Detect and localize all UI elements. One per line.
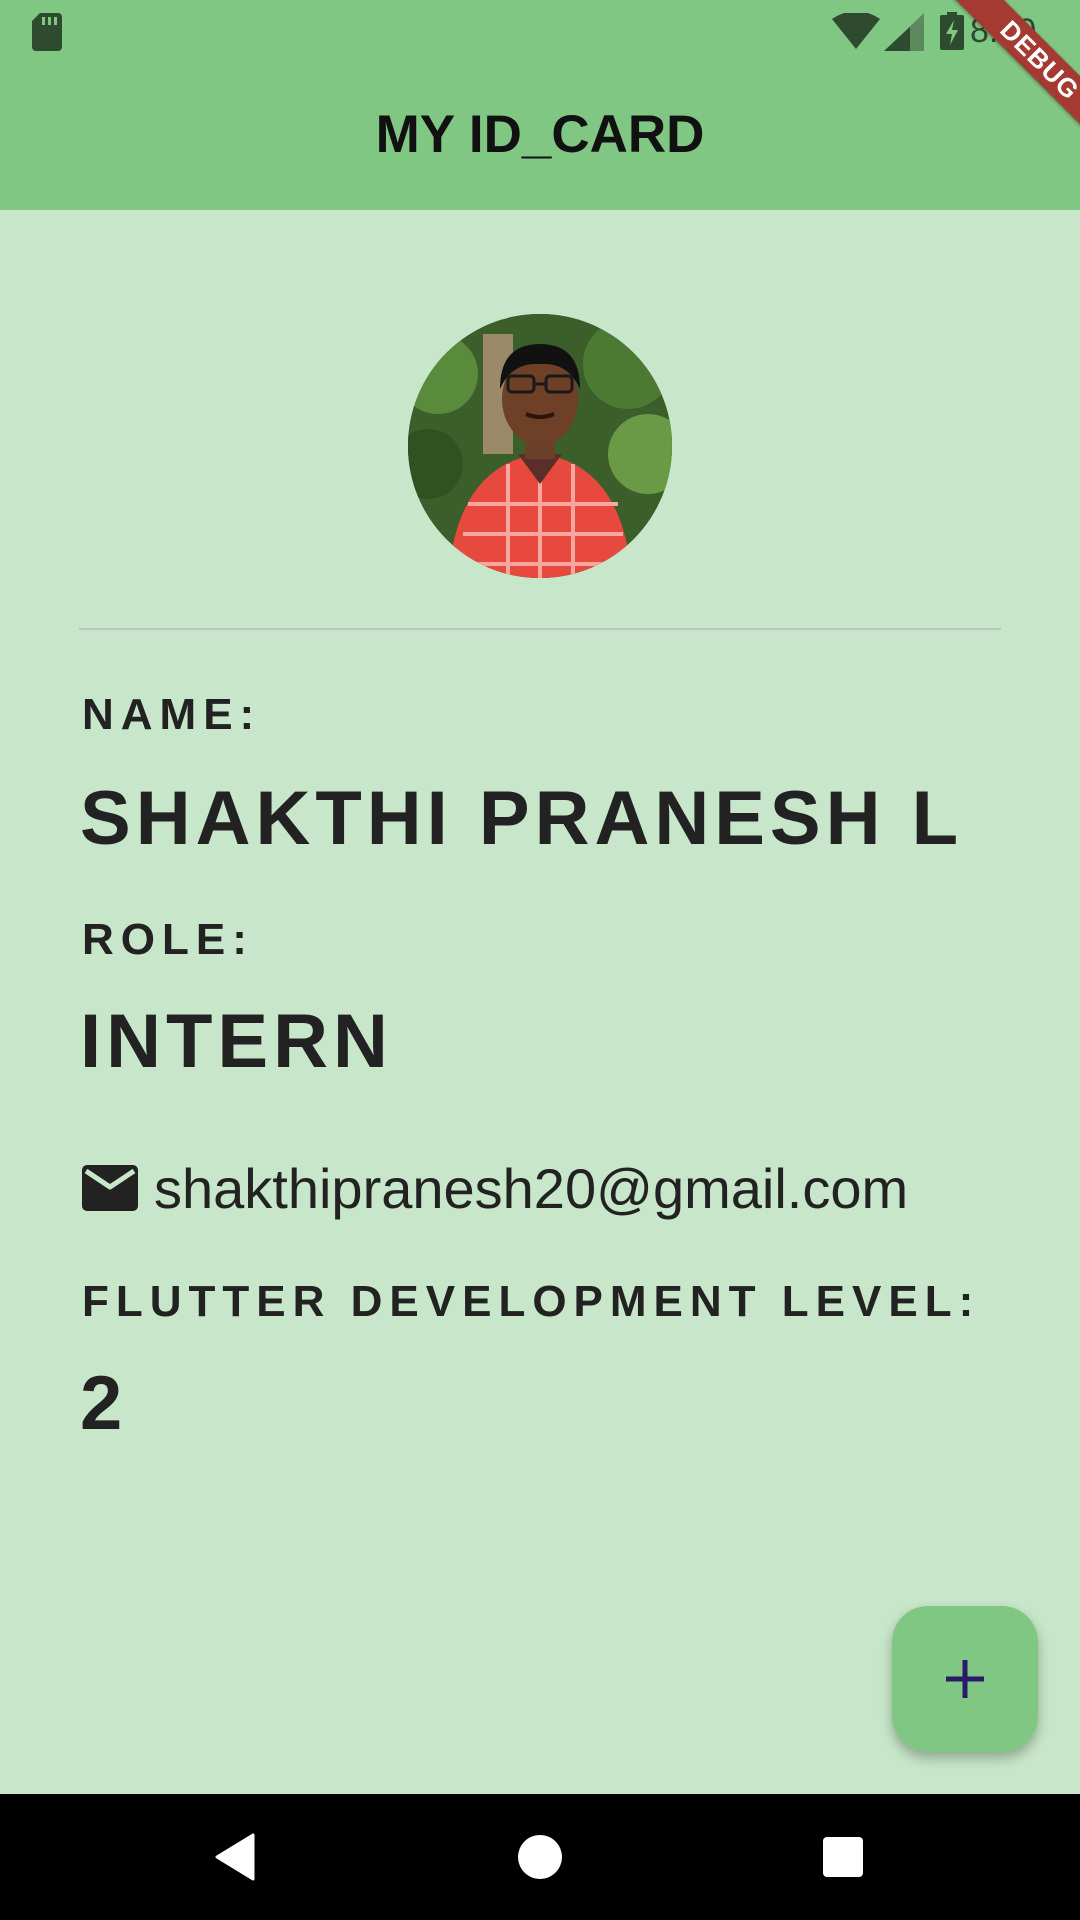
email-row: shakthipranesh20@gmail.com [82,1150,908,1226]
back-icon[interactable] [207,1827,267,1887]
name-label: NAME: [82,690,262,739]
avatar-photo [408,314,672,578]
status-bar: 8:00 [0,0,1080,63]
avatar [408,314,672,578]
status-clock: 8:00 [970,12,1037,50]
level-label: FLUTTER DEVELOPMENT LEVEL: [82,1277,981,1326]
navigation-bar [0,1794,1080,1920]
mail-icon [82,1165,138,1211]
home-icon[interactable] [510,1827,570,1887]
role-value: INTERN [80,999,393,1084]
battery-charging-icon [940,12,964,50]
app-bar: MY ID_CARD [0,63,1080,210]
add-button[interactable] [892,1606,1038,1752]
divider [79,628,1001,630]
page-title: MY ID_CARD [375,105,705,164]
wifi-icon [832,13,880,49]
email-text: shakthipranesh20@gmail.com [154,1156,909,1220]
plus-icon [946,1660,984,1698]
role-label: ROLE: [82,915,254,964]
recents-icon[interactable] [813,1827,873,1887]
name-value: SHAKTHI PRANESH L [80,776,964,861]
signal-icon [884,13,924,51]
level-value: 2 [80,1361,128,1446]
sd-card-icon [32,13,62,51]
